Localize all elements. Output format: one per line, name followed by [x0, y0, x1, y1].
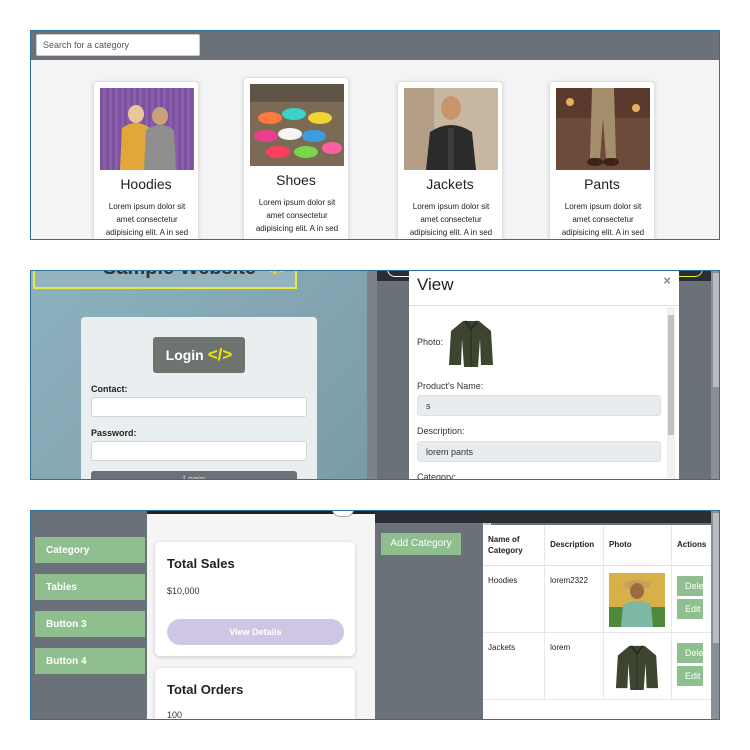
- scrollbar-thumb[interactable]: [713, 513, 719, 643]
- category-name-cell: Hoodies: [483, 565, 546, 633]
- category-card-pants[interactable]: Pants Lorem ipsum dolor sit amet consect…: [549, 81, 655, 239]
- column-header: Name of Category: [483, 525, 546, 566]
- dashboard-content: Total Sales $10,000 View Details Total O…: [147, 511, 491, 720]
- category-navbar: [375, 511, 719, 523]
- delete-button[interactable]: Delete: [677, 642, 703, 663]
- password-label: Password:: [91, 428, 137, 438]
- category-label: Category:: [417, 472, 457, 480]
- column-header: Actions: [671, 525, 713, 566]
- login-form: Login </> Contact: Password: Login: [81, 317, 317, 479]
- card-title: Shoes: [276, 172, 316, 188]
- category-name-cell: Jackets: [483, 632, 546, 700]
- sidebar-item-button-3[interactable]: Button 3: [35, 611, 145, 637]
- card-title: Pants: [584, 176, 620, 192]
- actions-cell: Delete Edit: [671, 632, 713, 700]
- scrollbar-thumb[interactable]: [668, 315, 674, 435]
- site-title: Sample Website </>: [103, 271, 291, 280]
- edit-button[interactable]: Edit: [677, 665, 703, 686]
- contact-input[interactable]: [91, 397, 307, 417]
- shoes-image: [250, 84, 344, 166]
- product-photo: [447, 317, 495, 369]
- modal-title: View: [417, 275, 454, 294]
- password-input[interactable]: [91, 441, 307, 461]
- total-orders-card: Total Orders 100: [155, 668, 355, 720]
- jackets-image: [404, 88, 498, 170]
- table-row: Jackets lorem Delete Edit: [483, 632, 713, 700]
- table-header-row: Name of Category Description Photo Actio…: [483, 525, 713, 566]
- card-value: $10,000: [167, 586, 200, 596]
- actions-cell: Delete Edit: [671, 565, 713, 633]
- card-title: Hoodies: [120, 176, 172, 192]
- hoodies-image: [100, 88, 194, 170]
- category-card-shoes[interactable]: Shoes Lorem ipsum dolor sit amet consect…: [243, 77, 349, 239]
- hoodies-thumbnail: [609, 572, 666, 627]
- admin-dashboard-panel: Category Tables Button 3 Button 4 Total …: [30, 510, 720, 720]
- view-modal: View × Photo: Product's Name: s Descript…: [409, 271, 679, 480]
- view-details-button[interactable]: View Details: [167, 619, 344, 645]
- category-page-panel: Search for a category Hoodies Lorem ipsu…: [30, 30, 720, 240]
- product-name-label: Product's Name:: [417, 381, 484, 391]
- edit-button[interactable]: Edit: [677, 598, 703, 619]
- card-title: Total Sales: [167, 556, 235, 571]
- sidebar-item-category[interactable]: Category: [35, 537, 145, 563]
- page-scrollbar[interactable]: [711, 271, 719, 479]
- card-description: Lorem ipsum dolor sit amet consectetur a…: [561, 202, 645, 237]
- top-navbar: Search for a category: [31, 31, 719, 60]
- contact-label: Contact:: [91, 384, 128, 394]
- divider: [367, 271, 377, 479]
- modal-scrollbar[interactable]: [667, 307, 675, 479]
- category-card-hoodies[interactable]: Hoodies Lorem ipsum dolor sit amet conse…: [93, 81, 199, 239]
- jackets-thumbnail: [615, 644, 659, 690]
- delete-button[interactable]: Delete: [677, 575, 703, 596]
- total-sales-card: Total Sales $10,000 View Details: [155, 542, 355, 656]
- card-title: Jackets: [426, 176, 474, 192]
- description-cell: lorem: [544, 632, 605, 700]
- code-icon: </>: [262, 271, 291, 279]
- column-header: Description: [544, 525, 605, 566]
- card-title: Total Orders: [167, 682, 244, 697]
- photo-cell: [603, 632, 672, 700]
- add-category-button[interactable]: Add Category: [381, 533, 461, 555]
- category-card-jackets[interactable]: Jackets Lorem ipsum dolor sit amet conse…: [397, 81, 503, 239]
- pants-image: [556, 88, 650, 170]
- description-field[interactable]: lorem pants: [417, 441, 661, 462]
- photo-label: Photo:: [417, 337, 444, 347]
- login-header-button[interactable]: Login </>: [153, 337, 245, 373]
- product-name-field[interactable]: s: [417, 395, 661, 416]
- card-value: 100: [167, 710, 183, 720]
- card-description: Lorem ipsum dolor sit amet consectetur a…: [255, 198, 339, 233]
- search-input[interactable]: Search for a category: [36, 34, 200, 56]
- scrollbar-thumb[interactable]: [713, 273, 719, 387]
- code-icon: </>: [207, 345, 233, 364]
- card-description: Lorem ipsum dolor sit amet consectetur a…: [409, 202, 493, 237]
- category-table: Name of Category Description Photo Actio…: [483, 525, 713, 700]
- column-header: Photo: [603, 525, 672, 566]
- login-and-view-panel: Sample Website </> Login</> Contact: Pas…: [30, 270, 720, 480]
- login-submit-button[interactable]: Login: [91, 471, 297, 479]
- category-table-container: Name of Category Description Photo Actio…: [483, 525, 713, 719]
- close-icon[interactable]: ×: [663, 273, 671, 288]
- description-label: Description:: [417, 426, 465, 436]
- page-scrollbar[interactable]: [711, 511, 719, 719]
- table-row: Hoodies lorem2322 Delete Edit: [483, 565, 713, 633]
- sidebar-item-button-4[interactable]: Button 4: [35, 648, 145, 674]
- sidebar-item-tables[interactable]: Tables: [35, 574, 145, 600]
- divider: [409, 305, 679, 306]
- description-cell: lorem2322: [544, 565, 605, 633]
- photo-cell: [603, 565, 672, 633]
- card-description: Lorem ipsum dolor sit amet consectetur a…: [105, 202, 189, 237]
